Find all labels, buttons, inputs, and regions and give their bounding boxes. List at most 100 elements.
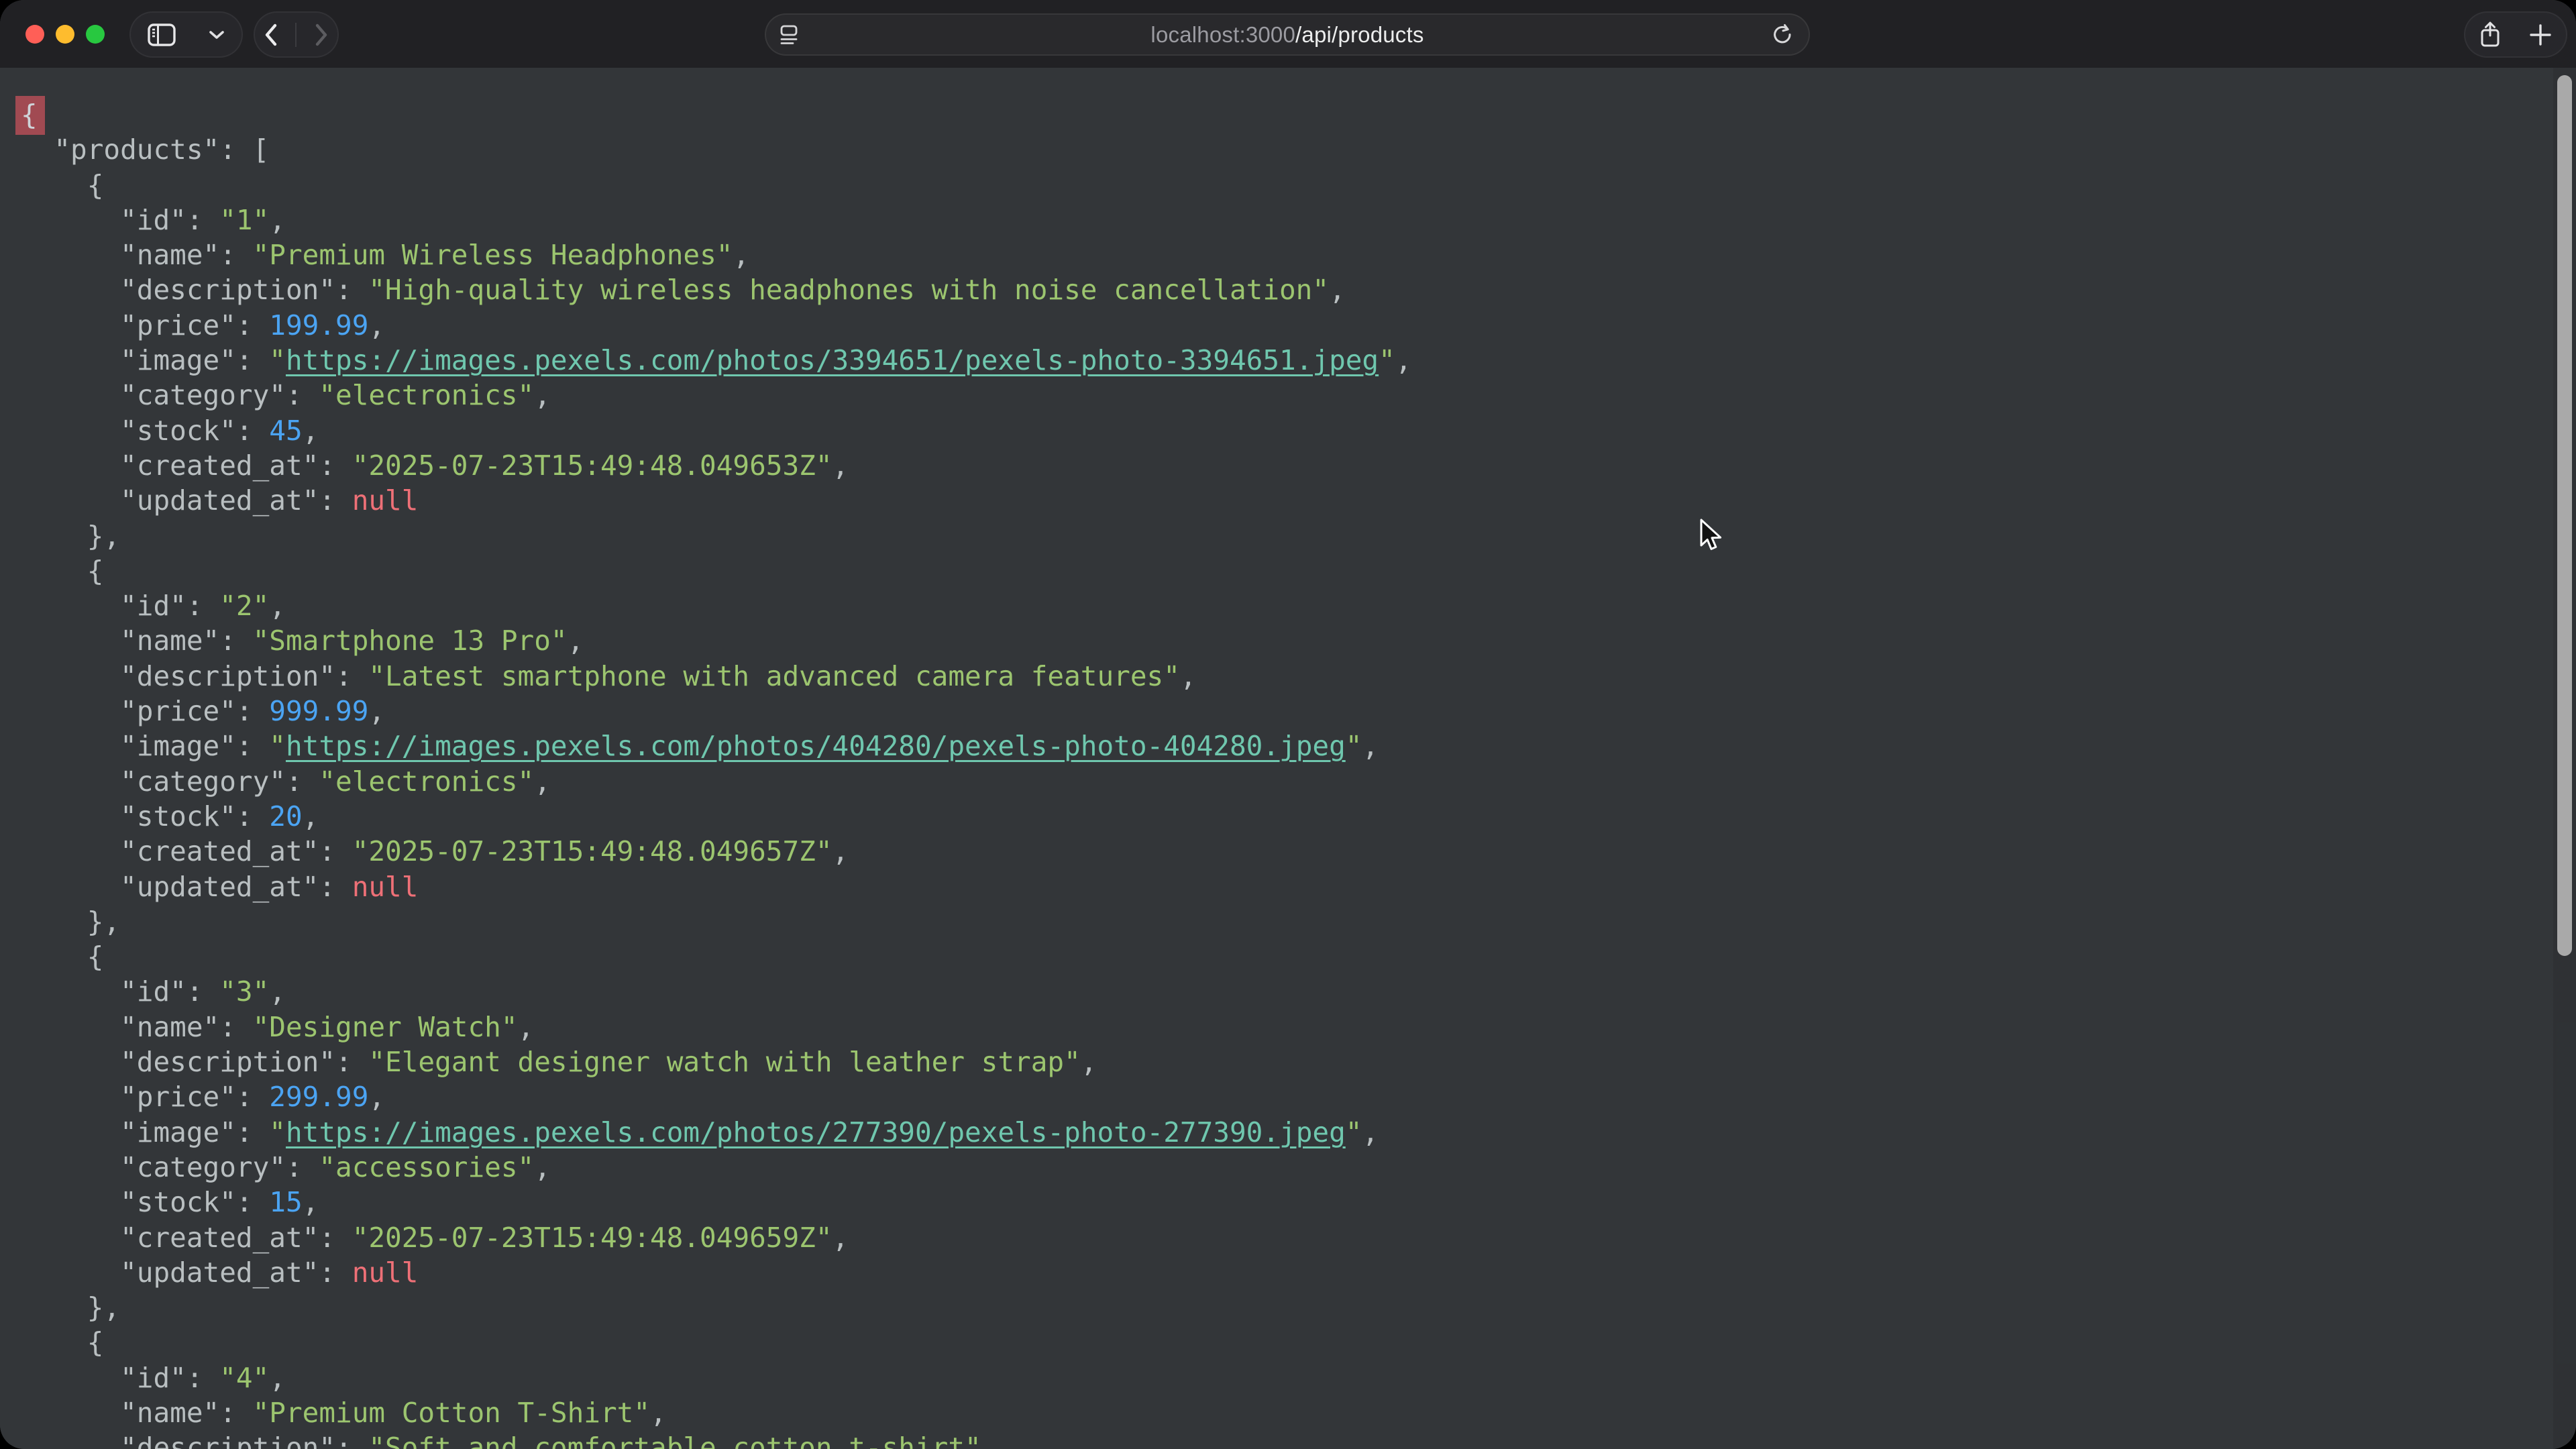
scrollbar-thumb[interactable] — [2557, 75, 2572, 956]
traffic-lights — [25, 25, 105, 44]
json-number-value: 45 — [269, 415, 302, 447]
json-line: "price": 299.99, — [21, 1079, 2576, 1114]
json-string-value: "2025-07-23T15:49:48.049657Z" — [352, 835, 833, 867]
json-string-value: "electronics" — [319, 765, 534, 798]
json-line: "description": "Soft and comfortable cot… — [21, 1430, 2576, 1449]
json-line: "stock": 20, — [21, 799, 2576, 834]
json-line: "name": "Smartphone 13 Pro", — [21, 623, 2576, 658]
reload-icon — [1771, 23, 1794, 47]
json-string-value: "3" — [219, 975, 269, 1008]
json-line: "created_at": "2025-07-23T15:49:48.04965… — [21, 448, 2576, 483]
json-line: "created_at": "2025-07-23T15:49:48.04965… — [21, 834, 2576, 869]
page-format-button[interactable] — [779, 15, 799, 54]
json-line: "products": [ — [21, 132, 2576, 167]
json-null-value: null — [352, 484, 419, 517]
json-url-link[interactable]: https://images.pexels.com/photos/3394651… — [286, 344, 1379, 376]
json-string-value: "2025-07-23T15:49:48.049653Z" — [352, 449, 833, 482]
json-string-value: "2025-07-23T15:49:48.049659Z" — [352, 1222, 833, 1254]
json-line: { — [21, 97, 2576, 132]
json-line: { — [21, 553, 2576, 588]
json-line: { — [21, 939, 2576, 974]
share-button[interactable] — [2479, 21, 2502, 49]
right-button-group — [2464, 11, 2567, 58]
new-tab-button[interactable] — [2528, 23, 2553, 47]
json-string-value: "electronics" — [319, 379, 534, 411]
json-line: "id": "3", — [21, 974, 2576, 1009]
json-line: "updated_at": null — [21, 483, 2576, 518]
sidebar-options-button[interactable] — [209, 30, 225, 40]
json-line: "price": 999.99, — [21, 694, 2576, 729]
zoom-window-button[interactable] — [86, 25, 105, 44]
json-line: "description": "High-quality wireless he… — [21, 272, 2576, 307]
json-line: "created_at": "2025-07-23T15:49:48.04965… — [21, 1220, 2576, 1255]
json-string-value: "Soft and comfortable cotton t-shirt" — [368, 1432, 981, 1449]
json-line: { — [21, 168, 2576, 203]
close-window-button[interactable] — [25, 25, 44, 44]
json-number-value: 199.99 — [269, 309, 368, 341]
nav-divider — [295, 23, 297, 47]
reload-button[interactable] — [1771, 15, 1794, 54]
json-line: "id": "4", — [21, 1360, 2576, 1395]
page-content: { "products": [ { "id": "1", "name": "Pr… — [0, 68, 2576, 1449]
json-number-value: 999.99 — [269, 695, 368, 727]
page-format-icon — [779, 24, 799, 46]
address-bar[interactable]: localhost:3000/api/products — [765, 13, 1810, 56]
browser-toolbar: localhost:3000/api/products — [0, 0, 2576, 68]
json-string-value: "accessories" — [319, 1151, 534, 1183]
chevron-down-icon — [209, 30, 225, 40]
share-icon — [2479, 21, 2502, 49]
json-line: { — [21, 1325, 2576, 1360]
json-line: "name": "Designer Watch", — [21, 1010, 2576, 1044]
json-string-value: "Premium Cotton T-Shirt" — [253, 1397, 650, 1429]
sidebar-icon — [148, 23, 176, 46]
minimize-window-button[interactable] — [56, 25, 74, 44]
json-line: "image": "https://images.pexels.com/phot… — [21, 1115, 2576, 1150]
json-null-value: null — [352, 871, 419, 903]
chevron-right-icon — [314, 23, 329, 46]
json-string-value: "1" — [219, 204, 269, 236]
json-number-value: 15 — [269, 1186, 302, 1218]
scrollbar-track[interactable] — [2553, 68, 2576, 1449]
json-line: "stock": 45, — [21, 413, 2576, 448]
json-string-value: "Smartphone 13 Pro" — [253, 625, 568, 657]
json-line: "description": "Latest smartphone with a… — [21, 659, 2576, 694]
json-code: { "products": [ { "id": "1", "name": "Pr… — [0, 68, 2576, 1449]
json-string-value: "Designer Watch" — [253, 1011, 518, 1043]
url-host: localhost:3000 — [1150, 22, 1295, 47]
json-line: "category": "electronics", — [21, 378, 2576, 413]
url-text: localhost:3000/api/products — [766, 22, 1809, 48]
json-line: }, — [21, 1290, 2576, 1325]
chevron-left-icon — [264, 23, 278, 46]
json-null-value: null — [352, 1256, 419, 1289]
safari-window: localhost:3000/api/products — [0, 0, 2576, 1449]
json-string-value: "High-quality wireless headphones with n… — [368, 274, 1329, 306]
json-line: "image": "https://images.pexels.com/phot… — [21, 343, 2576, 378]
json-number-value: 20 — [269, 800, 302, 833]
json-line: "updated_at": null — [21, 1255, 2576, 1290]
json-line: "id": "2", — [21, 588, 2576, 623]
json-line: "name": "Premium Wireless Headphones", — [21, 237, 2576, 272]
json-string-value: "Elegant designer watch with leather str… — [368, 1046, 1080, 1078]
json-number-value: 299.99 — [269, 1081, 368, 1113]
json-line: }, — [21, 904, 2576, 939]
forward-button[interactable] — [314, 23, 329, 46]
json-url-link[interactable]: https://images.pexels.com/photos/277390/… — [286, 1116, 1346, 1148]
json-string-value: "4" — [219, 1362, 269, 1394]
plus-icon — [2528, 23, 2553, 47]
json-string-value: "2" — [219, 590, 269, 622]
json-line: "category": "accessories", — [21, 1150, 2576, 1185]
root-brace-highlight: { — [15, 96, 45, 135]
json-line: "price": 199.99, — [21, 308, 2576, 343]
json-url-link[interactable]: https://images.pexels.com/photos/404280/… — [286, 730, 1346, 762]
json-line: "updated_at": null — [21, 869, 2576, 904]
json-line: }, — [21, 519, 2576, 553]
json-line: "stock": 15, — [21, 1185, 2576, 1220]
sidebar-button-group — [129, 11, 243, 58]
json-line: "image": "https://images.pexels.com/phot… — [21, 729, 2576, 763]
json-string-value: "Latest smartphone with advanced camera … — [368, 660, 1180, 692]
json-line: "name": "Premium Cotton T-Shirt", — [21, 1395, 2576, 1430]
sidebar-toggle-button[interactable] — [148, 23, 176, 46]
back-button[interactable] — [264, 23, 278, 46]
url-path: /api/products — [1295, 22, 1424, 47]
json-line: "category": "electronics", — [21, 764, 2576, 799]
